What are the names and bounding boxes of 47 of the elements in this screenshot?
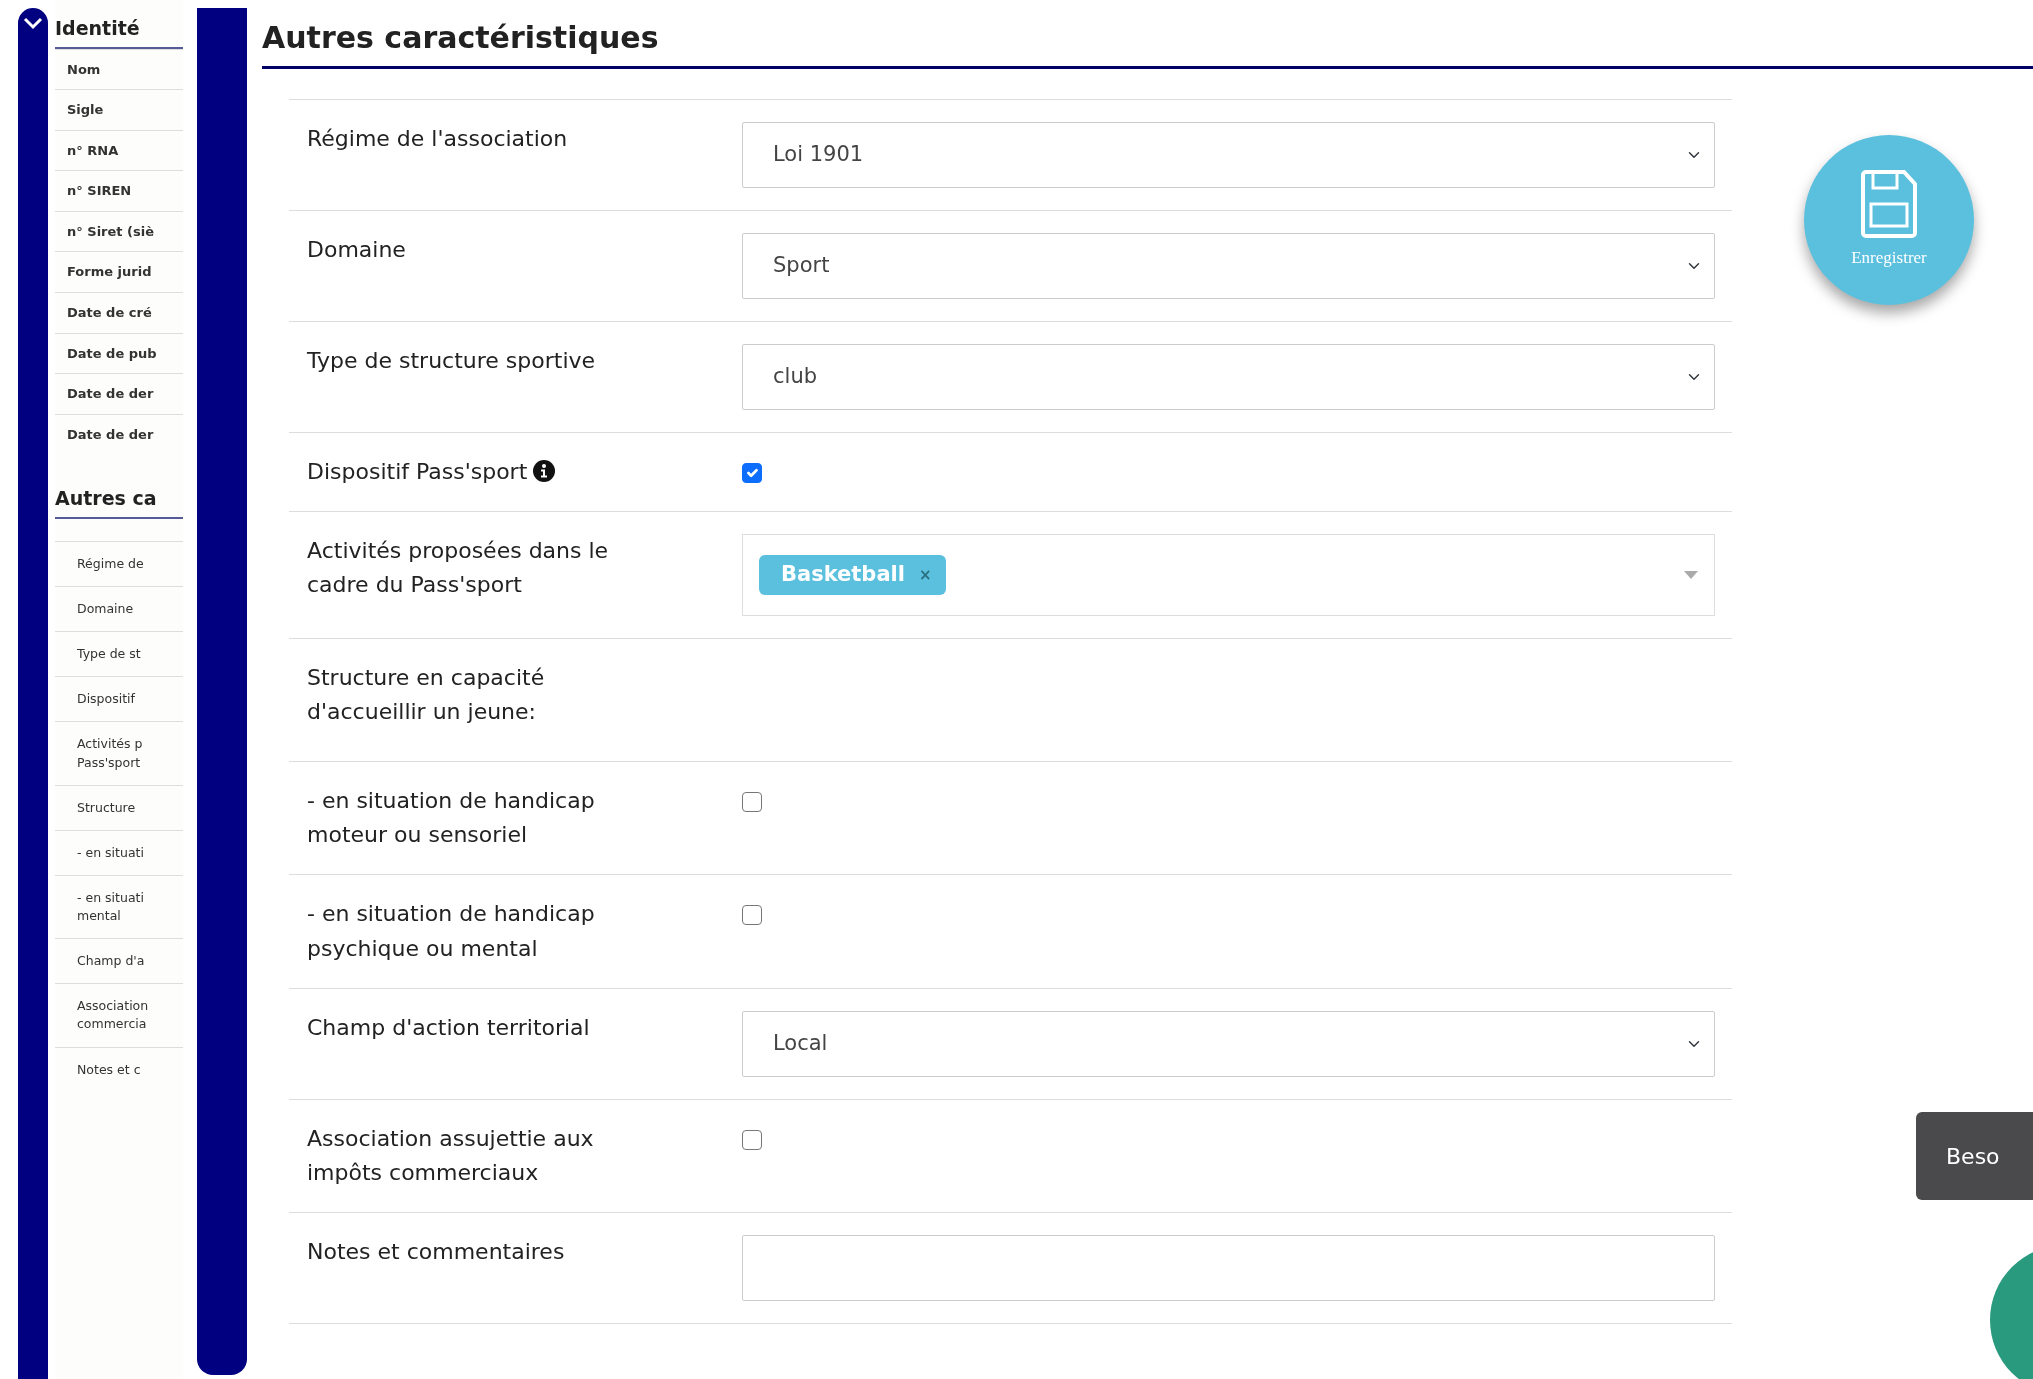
field-label: Champ d'action territorial: [307, 1014, 590, 1040]
sidebar-item[interactable]: Date de pub: [55, 332, 183, 374]
checkbox[interactable]: [742, 792, 762, 813]
help-tab[interactable]: Beso: [1916, 1112, 2033, 1200]
notes-field[interactable]: [742, 1234, 1715, 1301]
sidebar-heading: Identité: [55, 14, 183, 49]
sidebar-item[interactable]: n° SIREN: [55, 170, 183, 211]
sidebar-item[interactable]: Date de der: [55, 373, 183, 414]
field-label: Structure en capacité d'accueillir un jeune:: [307, 665, 545, 725]
sidebar-item[interactable]: Association commercia: [55, 983, 183, 1047]
field-label: - en situation de handicap psychique ou mental: [307, 901, 595, 961]
field-label: - en situation de handicap moteur ou sensoriel: [307, 788, 595, 848]
sidebar-item[interactable]: Domaine: [55, 586, 183, 632]
sidebar-item[interactable]: n° RNA: [55, 129, 183, 171]
sidebar-item[interactable]: Type de st: [55, 631, 183, 677]
caret-icon: [1684, 571, 1698, 580]
sidebar-item[interactable]: Dispositif: [55, 676, 183, 722]
field-label: Notes et commentaires: [307, 1238, 565, 1264]
select-field[interactable]: Sport: [742, 233, 1715, 299]
field-label: Association assujettie aux impôts commerciaux: [307, 1125, 594, 1185]
sidebar-item[interactable]: Date de cré: [55, 292, 183, 333]
page-title: Autres caractéristiques: [262, 0, 2033, 69]
sidebar-item[interactable]: - en situati mental: [55, 874, 183, 939]
select-field[interactable]: club: [742, 344, 1715, 410]
sidebar-item[interactable]: Sigle: [55, 89, 183, 130]
field-label: Dispositif Pass'sport: [307, 459, 528, 484]
select-field[interactable]: Local: [742, 1010, 1715, 1077]
field-label: Activités proposées dans le cadre du Pass'sport: [307, 538, 609, 598]
sidebar-item[interactable]: - en situati: [55, 829, 183, 875]
sidebar-item[interactable]: Activités p Pass'sport: [55, 721, 183, 785]
sidebar-item[interactable]: Notes et c: [55, 1046, 183, 1092]
checkbox[interactable]: [742, 905, 762, 926]
checkbox[interactable]: [742, 463, 762, 483]
field-label: Régime de l'association: [307, 126, 568, 151]
sidebar-item[interactable]: Régime de: [55, 540, 183, 587]
sidebar-item[interactable]: Nom: [55, 48, 183, 90]
info-icon[interactable]: [533, 460, 556, 482]
sidebar-heading: Autres ca: [55, 484, 183, 519]
sidebar-item[interactable]: Champ d'a: [55, 938, 183, 984]
sidebar-item[interactable]: Forme jurid: [55, 251, 183, 293]
checkbox[interactable]: [742, 1129, 762, 1150]
select-field[interactable]: Loi 1901: [742, 122, 1715, 188]
sidebar-item[interactable]: Structure: [55, 784, 183, 830]
sidebar-item[interactable]: n° Siret (siè: [55, 210, 183, 252]
field-label: Type de structure sportive: [307, 348, 596, 373]
sidebar-item[interactable]: Date de der: [55, 413, 183, 455]
field-label: Domaine: [307, 237, 406, 262]
